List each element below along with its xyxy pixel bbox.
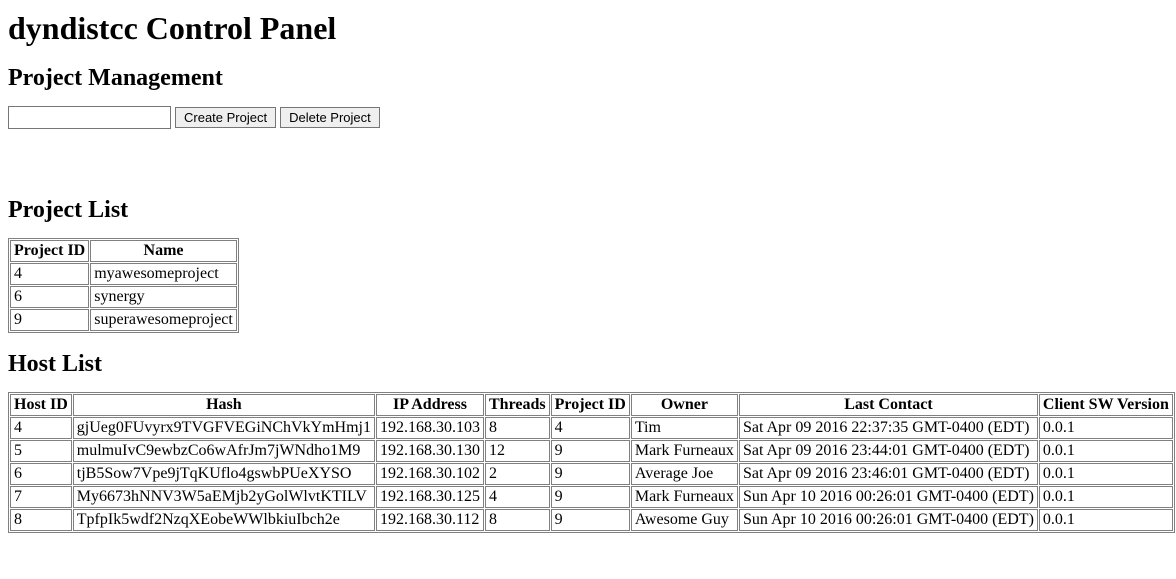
table-header-row: Host ID Hash IP Address Threads Project … — [10, 394, 1173, 416]
table-row: 5mulmuIvC9ewbzCo6wAfrJm7jWNdho1M9192.168… — [10, 440, 1173, 462]
cell-owner: Average Joe — [631, 463, 738, 485]
create-project-button[interactable]: Create Project — [175, 107, 276, 128]
cell-owner: Tim — [631, 417, 738, 439]
cell-name: superawesomeproject — [90, 309, 237, 331]
col-hash: Hash — [73, 394, 375, 416]
cell-threads: 12 — [485, 440, 550, 462]
cell-host_id: 8 — [10, 509, 72, 531]
cell-threads: 8 — [485, 509, 550, 531]
cell-last_contact: Sat Apr 09 2016 23:44:01 GMT-0400 (EDT) — [739, 440, 1038, 462]
cell-owner: Awesome Guy — [631, 509, 738, 531]
cell-version: 0.0.1 — [1039, 417, 1173, 439]
project-management-heading: Project Management — [8, 65, 1168, 92]
cell-project_id: 9 — [551, 509, 630, 531]
cell-project_id: 9 — [551, 463, 630, 485]
col-project-id: Project ID — [10, 240, 89, 262]
cell-version: 0.0.1 — [1039, 463, 1173, 485]
project-list-table: Project ID Name 4myawesomeproject6synerg… — [8, 238, 239, 333]
col-ip: IP Address — [376, 394, 484, 416]
table-row: 8TpfpIk5wdf2NzqXEobeWWlbkiuIbch2e192.168… — [10, 509, 1173, 531]
cell-project_id: 4 — [551, 417, 630, 439]
cell-id: 6 — [10, 286, 89, 308]
col-last-contact: Last Contact — [739, 394, 1038, 416]
table-row: 9superawesomeproject — [10, 309, 237, 331]
col-project-id: Project ID — [551, 394, 630, 416]
host-list-heading: Host List — [8, 351, 1168, 378]
col-version: Client SW Version — [1039, 394, 1173, 416]
cell-hash: TpfpIk5wdf2NzqXEobeWWlbkiuIbch2e — [73, 509, 375, 531]
cell-ip: 192.168.30.112 — [376, 509, 484, 531]
cell-ip: 192.168.30.130 — [376, 440, 484, 462]
col-threads: Threads — [485, 394, 550, 416]
cell-owner: Mark Furneaux — [631, 486, 738, 508]
project-form: Create Project Delete Project — [8, 106, 1168, 129]
cell-project_id: 9 — [551, 440, 630, 462]
cell-version: 0.0.1 — [1039, 440, 1173, 462]
cell-hash: mulmuIvC9ewbzCo6wAfrJm7jWNdho1M9 — [73, 440, 375, 462]
cell-ip: 192.168.30.102 — [376, 463, 484, 485]
cell-version: 0.0.1 — [1039, 486, 1173, 508]
page-title: dyndistcc Control Panel — [8, 10, 1168, 47]
cell-last_contact: Sat Apr 09 2016 23:46:01 GMT-0400 (EDT) — [739, 463, 1038, 485]
cell-last_contact: Sat Apr 09 2016 22:37:35 GMT-0400 (EDT) — [739, 417, 1038, 439]
table-row: 6synergy — [10, 286, 237, 308]
cell-name: myawesomeproject — [90, 263, 237, 285]
cell-ip: 192.168.30.125 — [376, 486, 484, 508]
cell-name: synergy — [90, 286, 237, 308]
project-list-heading: Project List — [8, 197, 1168, 224]
cell-owner: Mark Furneaux — [631, 440, 738, 462]
cell-last_contact: Sun Apr 10 2016 00:26:01 GMT-0400 (EDT) — [739, 486, 1038, 508]
col-owner: Owner — [631, 394, 738, 416]
cell-project_id: 9 — [551, 486, 630, 508]
cell-threads: 2 — [485, 463, 550, 485]
cell-version: 0.0.1 — [1039, 509, 1173, 531]
cell-host_id: 7 — [10, 486, 72, 508]
cell-id: 4 — [10, 263, 89, 285]
cell-hash: gjUeg0FUvyrx9TVGFVEGiNChVkYmHmj1 — [73, 417, 375, 439]
table-row: 6tjB5Sow7Vpe9jTqKUflo4gswbPUeXYSO192.168… — [10, 463, 1173, 485]
host-list-table: Host ID Hash IP Address Threads Project … — [8, 392, 1175, 533]
cell-host_id: 6 — [10, 463, 72, 485]
cell-host_id: 4 — [10, 417, 72, 439]
cell-host_id: 5 — [10, 440, 72, 462]
cell-ip: 192.168.30.103 — [376, 417, 484, 439]
table-row: 4gjUeg0FUvyrx9TVGFVEGiNChVkYmHmj1192.168… — [10, 417, 1173, 439]
cell-threads: 4 — [485, 486, 550, 508]
cell-last_contact: Sun Apr 10 2016 00:26:01 GMT-0400 (EDT) — [739, 509, 1038, 531]
cell-hash: tjB5Sow7Vpe9jTqKUflo4gswbPUeXYSO — [73, 463, 375, 485]
table-header-row: Project ID Name — [10, 240, 237, 262]
cell-id: 9 — [10, 309, 89, 331]
table-row: 4myawesomeproject — [10, 263, 237, 285]
cell-hash: My6673hNNV3W5aEMjb2yGolWlvtKTILV — [73, 486, 375, 508]
table-row: 7My6673hNNV3W5aEMjb2yGolWlvtKTILV192.168… — [10, 486, 1173, 508]
project-name-input[interactable] — [8, 106, 171, 129]
cell-threads: 8 — [485, 417, 550, 439]
delete-project-button[interactable]: Delete Project — [280, 107, 380, 128]
col-host-id: Host ID — [10, 394, 72, 416]
col-project-name: Name — [90, 240, 237, 262]
